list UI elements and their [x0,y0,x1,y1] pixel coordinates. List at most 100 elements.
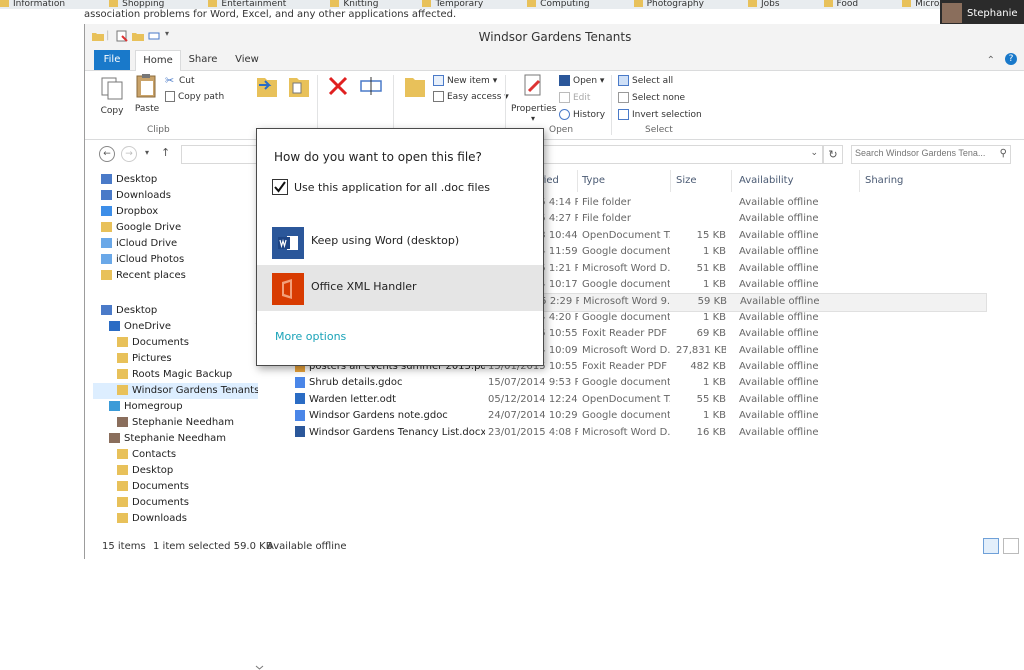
tree-item[interactable]: Stephanie Needham [93,431,258,447]
file-size: 27,831 KB [676,344,726,356]
bookmark-item[interactable]: Computing [527,0,611,9]
column-sharing[interactable]: Sharing [865,175,903,186]
file-row[interactable]: Shrub details.gdoc 15/07/2014 9:53 PM Goog… [265,375,985,391]
favorite-item[interactable]: Dropbox [101,204,261,220]
search-box[interactable]: ⚲ [851,145,1011,164]
bookmark-label: Computing [540,0,590,9]
address-dropdown-icon[interactable]: ⌄ [810,148,818,158]
bookmark-item[interactable]: Shopping [109,0,186,9]
invert-selection-button[interactable]: Invert selection [618,109,702,120]
ribbon-separator [505,75,506,135]
move-to-icon[interactable] [255,73,279,99]
forward-button[interactable]: → [121,146,137,162]
use-for-all-label[interactable]: Use this application for all .doc files [294,181,490,194]
select-all-icon [618,75,629,86]
favorite-item[interactable]: Desktop [101,172,261,188]
tree-item[interactable]: Pictures [93,351,258,367]
nav-scrollbar[interactable] [255,320,264,670]
checkmark-icon [274,181,286,193]
file-row[interactable]: Windsor Gardens note.gdoc 24/07/2014 10:2… [265,408,985,424]
open-button[interactable]: Open ▾ [559,75,604,86]
tree-item[interactable]: Stephanie Needham [93,415,258,431]
favorite-icon [101,238,112,248]
option-keep-using-word[interactable]: Keep using Word (desktop) [257,219,543,265]
tree-item[interactable]: Homegroup [93,399,258,415]
folder-icon [117,481,128,491]
file-size: 1 KB [703,410,726,422]
file-row[interactable]: Windsor Gardens Tenancy List.docx 23/01/2… [265,425,985,441]
favorite-item[interactable]: Recent places [101,268,261,284]
help-icon[interactable]: ? [1005,53,1017,65]
ribbon-collapse-icon[interactable]: ⌃ [987,55,995,66]
history-button[interactable]: History [559,109,605,120]
bookmark-item[interactable]: Temporary [422,0,505,9]
search-icon[interactable]: ⚲ [1000,148,1007,159]
bookmark-item[interactable]: Microsoft Office Onl... [902,0,940,9]
more-options-link[interactable]: More options [275,330,346,343]
tab-share[interactable]: Share [183,50,223,70]
copy-label: Copy [100,106,124,116]
delete-icon[interactable] [327,75,349,97]
tab-view[interactable]: View [227,50,267,70]
edit-button[interactable]: Edit [559,92,590,103]
properties-label: Properties [511,104,557,114]
paste-icon [136,74,156,98]
column-size[interactable]: Size [676,175,697,186]
copy-to-icon[interactable] [287,73,311,99]
back-button[interactable]: ← [99,146,115,162]
title-bar[interactable]: | ▾ Windsor Gardens Tenants [85,24,1024,50]
copy-button[interactable]: Copy [99,75,125,116]
tree-item[interactable]: Contacts [93,447,258,463]
tree-item[interactable]: Desktop [93,303,258,319]
cut-button[interactable]: ✂ Cut [165,75,195,86]
bookmark-item[interactable]: Jobs [747,0,802,9]
select-none-button[interactable]: Select none [618,92,685,103]
new-folder-large-icon[interactable] [403,73,427,99]
easy-access-button[interactable]: Easy access ▾ [433,91,509,102]
copy-path-button[interactable]: Copy path [165,91,224,102]
recent-locations-icon[interactable]: ▾ [145,148,149,157]
file-row[interactable]: Warden letter.odt 05/12/2014 12:24 ... Ope… [265,392,985,408]
select-none-icon [618,92,629,103]
tree-item[interactable]: Documents [93,479,258,495]
details-view-button[interactable] [983,538,999,554]
column-type[interactable]: Type [582,175,605,186]
use-for-all-checkbox[interactable] [272,179,288,195]
paste-button[interactable]: Paste [133,73,161,114]
properties-button[interactable]: Properties ▾ [511,73,557,123]
bookmark-item[interactable]: Food [823,0,881,9]
favorite-item[interactable]: iCloud Drive [101,236,261,252]
column-availability[interactable]: Availability [739,175,794,186]
option-office-xml-handler[interactable]: Office XML Handler [257,265,543,311]
bookmark-item[interactable]: Entertainment [208,0,308,9]
large-icons-view-button[interactable] [1003,538,1019,554]
tree-item[interactable]: OneDrive [93,319,258,335]
tree-item[interactable]: Documents [93,495,258,511]
refresh-button[interactable]: ↻ [823,145,843,164]
favorite-item[interactable]: iCloud Photos [101,252,261,268]
tree-item[interactable]: Desktop [93,463,258,479]
file-avail: Available offline [739,393,819,405]
new-item-button[interactable]: New item ▾ [433,75,497,86]
search-input[interactable] [855,148,989,158]
bookmark-item[interactable]: Information [0,0,87,9]
bookmark-item[interactable]: Photography [633,0,726,9]
file-size: 69 KB [696,328,726,340]
bookmark-item[interactable]: Knitting [330,0,400,9]
file-name-label: Windsor Gardens Tenancy List.docx [309,426,485,438]
favorite-item[interactable]: Downloads [101,188,261,204]
browser-user-chip[interactable]: Stephanie [940,0,1024,26]
up-arrow-icon[interactable]: ↑ [161,146,170,159]
tree-item[interactable]: Documents [93,335,258,351]
bookmark-folder-icon [633,0,643,7]
tab-home[interactable]: Home [135,50,181,71]
copy-icon [101,77,123,100]
tab-file[interactable]: File [94,50,130,70]
favorite-item[interactable]: Google Drive [101,220,261,236]
rename-large-icon[interactable] [359,75,383,97]
tree-item[interactable]: Windsor Gardens Tenants [93,383,258,399]
option-keep-using-word-label: Keep using Word (desktop) [311,234,460,247]
tree-item[interactable]: Downloads [93,511,258,527]
tree-item[interactable]: Roots Magic Backup [93,367,258,383]
select-all-button[interactable]: Select all [618,75,673,86]
